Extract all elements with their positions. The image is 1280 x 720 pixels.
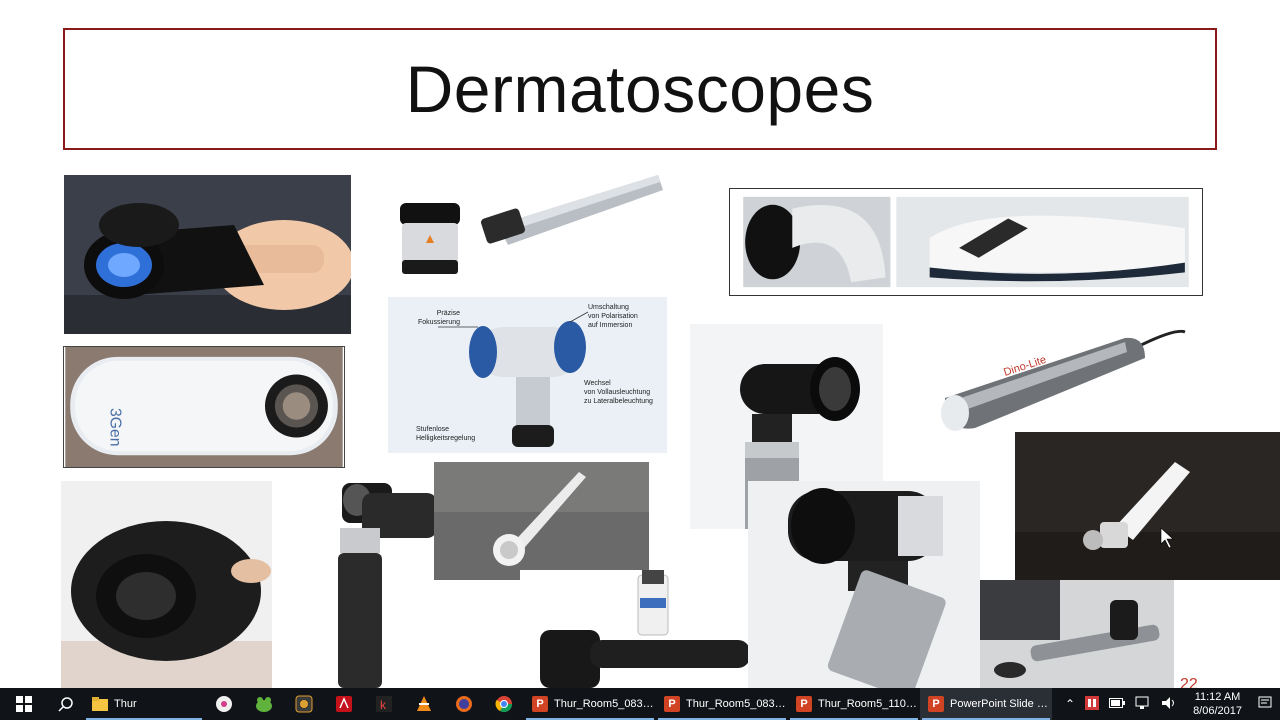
- chrome-icon[interactable]: [484, 688, 524, 720]
- photo-round-dermatoscope: [61, 481, 272, 688]
- powerpoint-icon: P: [664, 696, 680, 712]
- photo-dermatoscope-kit: [980, 580, 1174, 688]
- firefox-icon[interactable]: [444, 688, 484, 720]
- powerpoint-icon: P: [796, 696, 812, 712]
- photo-chrome-dermatoscope: [748, 481, 980, 688]
- taskbar-app-slideshow[interactable]: P PowerPoint Slide Sh...: [920, 688, 1052, 720]
- network-icon[interactable]: [1135, 696, 1151, 713]
- label-switch: Umschaltung von Polarisation auf Immersion: [588, 303, 638, 330]
- taskbar-app-powerpoint-1[interactable]: P Thur_Room5_0830_...: [524, 688, 656, 720]
- label-line: Wechsel: [584, 380, 611, 387]
- clock-date: 8/06/2017: [1193, 705, 1242, 717]
- photo-dino-lite: Dino-Lite: [935, 318, 1190, 438]
- volume-icon[interactable]: [1161, 696, 1177, 713]
- label-line: Präzise: [436, 310, 461, 317]
- clock[interactable]: 11:12 AM 8/06/2017: [1187, 690, 1248, 718]
- title-box: Dermatoscopes: [63, 28, 1217, 150]
- taskbar-app-label: PowerPoint Slide Sh...: [950, 698, 1050, 710]
- pause-icon[interactable]: [1085, 695, 1100, 713]
- label-line: Fokussierung: [418, 319, 461, 326]
- windows-logo-icon[interactable]: [0, 688, 48, 720]
- acrobat-icon[interactable]: [324, 688, 364, 720]
- photo-handheld-dermatoscope: [64, 175, 351, 334]
- photo-white-handle-dermatoscope: [1015, 432, 1280, 580]
- search-icon[interactable]: [48, 688, 84, 720]
- system-tray: ⌃ 11:12 AM 8/06/2017: [1065, 690, 1280, 718]
- k-icon[interactable]: k: [364, 688, 404, 720]
- powerpoint-icon: P: [928, 696, 944, 712]
- vlc-icon[interactable]: [404, 688, 444, 720]
- label-line: auf Immersion: [588, 322, 633, 329]
- photo-pocket-dermatoscope: [434, 462, 649, 580]
- label-line: von Vollausleuchtung: [584, 389, 651, 396]
- taskbar-app-label: Thur: [114, 698, 137, 710]
- powerpoint-icon: P: [532, 696, 548, 712]
- photo-white-dermatoscope: [729, 188, 1203, 296]
- label-line: Helligkeitsregelung: [416, 435, 476, 442]
- label-change: Wechsel von Vollausleuchtung zu Lateralbel…: [584, 379, 653, 406]
- app-icon[interactable]: [284, 688, 324, 720]
- photo-labelled-dermatoscope: Präzise Fokussierung Umschaltung von Polar…: [388, 297, 667, 453]
- photo-tall-dermatoscope: [322, 478, 437, 688]
- photo-heine-dermatoscope: [388, 165, 678, 285]
- label-stepless: Stufenlose Helligkeitsregelung: [416, 425, 475, 443]
- chevron-up-icon[interactable]: ⌃: [1065, 697, 1075, 711]
- svg-text:k: k: [380, 698, 387, 712]
- label-line: von Polarisation: [588, 313, 638, 320]
- svg-text:3Gen: 3Gen: [107, 408, 124, 446]
- photo-3gen-device: 3Gen: [63, 346, 345, 468]
- clock-time: 11:12 AM: [1194, 691, 1241, 703]
- slide-canvas: Dermatoscopes 3Gen Präzise Fokussierung …: [0, 0, 1280, 688]
- taskbar-app-powerpoint-2[interactable]: P Thur_Room5_0830_...: [656, 688, 788, 720]
- battery-icon[interactable]: [1109, 697, 1126, 711]
- label-line: Umschaltung: [588, 304, 629, 311]
- label-line: zu Lateralbeleuchtung: [584, 398, 653, 405]
- taskbar: Thur k P Thur_Room5_0830_... P Thur_Room…: [0, 688, 1280, 720]
- photo-kit-with-bottle: [520, 570, 748, 688]
- notifications-icon[interactable]: [1258, 696, 1272, 713]
- frog-icon[interactable]: [244, 688, 284, 720]
- taskbar-app-powerpoint-3[interactable]: P Thur_Room5_1100_...: [788, 688, 920, 720]
- taskbar-app-label: Thur_Room5_0830_...: [554, 698, 654, 710]
- itunes-icon[interactable]: [204, 688, 244, 720]
- folder-icon: [92, 697, 108, 711]
- label-line: Stufenlose: [416, 426, 450, 433]
- slide-number: 22: [1180, 676, 1198, 688]
- slide-title: Dermatoscopes: [405, 52, 875, 126]
- taskbar-app-label: Thur_Room5_0830_...: [686, 698, 786, 710]
- taskbar-app-explorer[interactable]: Thur: [84, 688, 204, 720]
- label-precise-focus: Präzise Fokussierung: [418, 309, 460, 327]
- taskbar-app-label: Thur_Room5_1100_...: [818, 698, 918, 710]
